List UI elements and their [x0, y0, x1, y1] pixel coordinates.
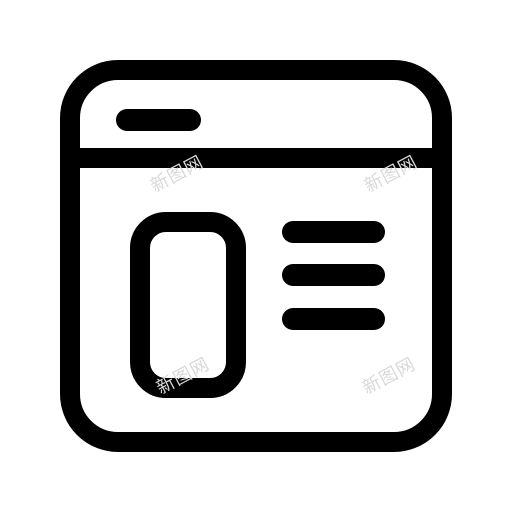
icon-canvas: 新图网 新图网 新图网 新图网: [0, 0, 512, 512]
browser-window-layout-icon: [60, 60, 452, 452]
